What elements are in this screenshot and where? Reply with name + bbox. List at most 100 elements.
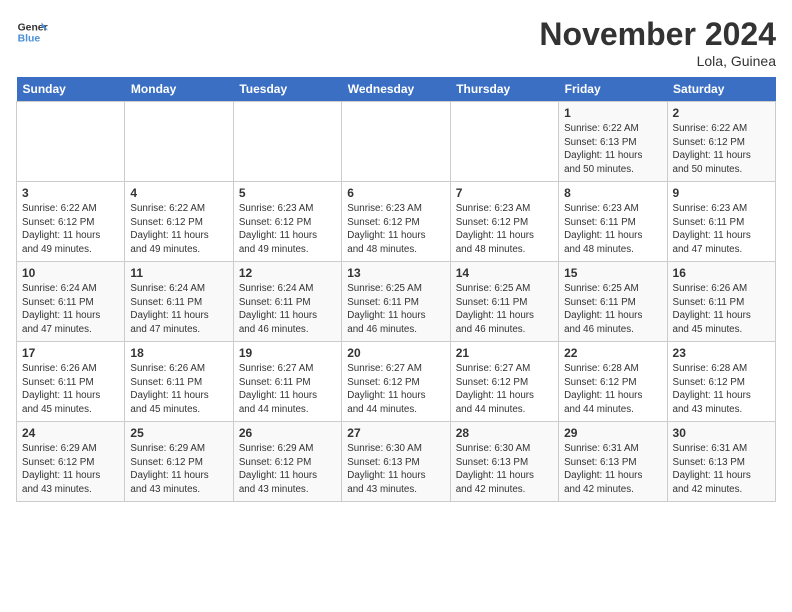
- day-info: Sunrise: 6:23 AM Sunset: 6:12 PM Dayligh…: [239, 202, 336, 257]
- day-number: 18: [130, 346, 227, 360]
- table-row: 12 Sunrise: 6:24 AM Sunset: 6:11 PM Dayli…: [233, 262, 341, 342]
- table-row: [342, 102, 450, 182]
- table-row: 14Sunrise: 6:25 AM Sunset: 6:11 PM Dayli…: [450, 262, 558, 342]
- day-info: Sunrise: 6:27 AM Sunset: 6:12 PM Dayligh…: [347, 362, 444, 417]
- calendar-week-row: 1Sunrise: 6:22 AM Sunset: 6:13 PM Daylig…: [17, 102, 776, 182]
- day-number: 19: [239, 346, 336, 360]
- day-info: Sunrise: 6:30 AM Sunset: 6:13 PM Dayligh…: [347, 442, 444, 497]
- table-row: 18 Sunrise: 6:26 AM Sunset: 6:11 PM Dayli…: [125, 342, 233, 422]
- table-row: 30 Sunrise: 6:31 AM Sunset: 6:13 PM Dayli…: [667, 422, 775, 502]
- day-info: Sunrise: 6:29 AM Sunset: 6:12 PM Dayligh…: [130, 442, 227, 497]
- day-number: 11: [130, 266, 227, 280]
- table-row: 25 Sunrise: 6:29 AM Sunset: 6:12 PM Dayli…: [125, 422, 233, 502]
- header-wednesday: Wednesday: [342, 77, 450, 102]
- day-info: Sunrise: 6:25 AM Sunset: 6:11 PM Dayligh…: [347, 282, 444, 337]
- day-number: 25: [130, 426, 227, 440]
- table-row: 2 Sunrise: 6:22 AM Sunset: 6:12 PM Daylig…: [667, 102, 775, 182]
- table-row: 15Sunrise: 6:25 AM Sunset: 6:11 PM Dayli…: [559, 262, 667, 342]
- day-info: Sunrise: 6:23 AM Sunset: 6:11 PM Dayligh…: [673, 202, 770, 257]
- table-row: 9 Sunrise: 6:23 AM Sunset: 6:11 PM Daylig…: [667, 182, 775, 262]
- table-row: 28Sunrise: 6:30 AM Sunset: 6:13 PM Dayli…: [450, 422, 558, 502]
- day-number: 8: [564, 186, 661, 200]
- header-tuesday: Tuesday: [233, 77, 341, 102]
- day-number: 2: [673, 106, 770, 120]
- title-block: November 2024 Lola, Guinea: [539, 16, 776, 69]
- table-row: 19 Sunrise: 6:27 AM Sunset: 6:11 PM Dayli…: [233, 342, 341, 422]
- day-number: 30: [673, 426, 770, 440]
- day-number: 29: [564, 426, 661, 440]
- header-monday: Monday: [125, 77, 233, 102]
- day-info: Sunrise: 6:31 AM Sunset: 6:13 PM Dayligh…: [673, 442, 770, 497]
- day-info: Sunrise: 6:31 AM Sunset: 6:13 PM Dayligh…: [564, 442, 661, 497]
- calendar-week-row: 3 Sunrise: 6:22 AM Sunset: 6:12 PM Daylig…: [17, 182, 776, 262]
- table-row: 16 Sunrise: 6:26 AM Sunset: 6:11 PM Dayli…: [667, 262, 775, 342]
- table-row: 23Sunrise: 6:28 AM Sunset: 6:12 PM Dayli…: [667, 342, 775, 422]
- day-info: Sunrise: 6:25 AM Sunset: 6:11 PM Dayligh…: [456, 282, 553, 337]
- table-row: [125, 102, 233, 182]
- day-number: 5: [239, 186, 336, 200]
- day-info: Sunrise: 6:26 AM Sunset: 6:11 PM Dayligh…: [22, 362, 119, 417]
- day-number: 16: [673, 266, 770, 280]
- day-number: 28: [456, 426, 553, 440]
- day-number: 3: [22, 186, 119, 200]
- day-info: Sunrise: 6:23 AM Sunset: 6:11 PM Dayligh…: [564, 202, 661, 257]
- day-info: Sunrise: 6:28 AM Sunset: 6:12 PM Dayligh…: [564, 362, 661, 417]
- day-number: 22: [564, 346, 661, 360]
- day-number: 4: [130, 186, 227, 200]
- day-info: Sunrise: 6:29 AM Sunset: 6:12 PM Dayligh…: [22, 442, 119, 497]
- day-info: Sunrise: 6:29 AM Sunset: 6:12 PM Dayligh…: [239, 442, 336, 497]
- day-number: 9: [673, 186, 770, 200]
- table-row: 21 Sunrise: 6:27 AM Sunset: 6:12 PM Dayli…: [450, 342, 558, 422]
- day-info: Sunrise: 6:23 AM Sunset: 6:12 PM Dayligh…: [456, 202, 553, 257]
- table-row: 8 Sunrise: 6:23 AM Sunset: 6:11 PM Daylig…: [559, 182, 667, 262]
- day-info: Sunrise: 6:27 AM Sunset: 6:12 PM Dayligh…: [456, 362, 553, 417]
- day-number: 23: [673, 346, 770, 360]
- table-row: 17Sunrise: 6:26 AM Sunset: 6:11 PM Dayli…: [17, 342, 125, 422]
- day-number: 6: [347, 186, 444, 200]
- day-info: Sunrise: 6:24 AM Sunset: 6:11 PM Dayligh…: [130, 282, 227, 337]
- location: Lola, Guinea: [539, 53, 776, 69]
- day-number: 26: [239, 426, 336, 440]
- day-number: 13: [347, 266, 444, 280]
- page-header: General Blue November 2024 Lola, Guinea: [16, 16, 776, 69]
- table-row: 27 Sunrise: 6:30 AM Sunset: 6:13 PM Dayli…: [342, 422, 450, 502]
- header-thursday: Thursday: [450, 77, 558, 102]
- header-sunday: Sunday: [17, 77, 125, 102]
- table-row: 7 Sunrise: 6:23 AM Sunset: 6:12 PM Daylig…: [450, 182, 558, 262]
- day-info: Sunrise: 6:22 AM Sunset: 6:13 PM Dayligh…: [564, 122, 661, 177]
- calendar-table: Sunday Monday Tuesday Wednesday Thursday…: [16, 77, 776, 502]
- day-info: Sunrise: 6:23 AM Sunset: 6:12 PM Dayligh…: [347, 202, 444, 257]
- table-row: [450, 102, 558, 182]
- day-info: Sunrise: 6:24 AM Sunset: 6:11 PM Dayligh…: [239, 282, 336, 337]
- day-info: Sunrise: 6:22 AM Sunset: 6:12 PM Dayligh…: [673, 122, 770, 177]
- month-title: November 2024: [539, 16, 776, 53]
- svg-text:Blue: Blue: [18, 34, 41, 45]
- table-row: 22 Sunrise: 6:28 AM Sunset: 6:12 PM Dayli…: [559, 342, 667, 422]
- calendar-header-row: Sunday Monday Tuesday Wednesday Thursday…: [17, 77, 776, 102]
- day-number: 21: [456, 346, 553, 360]
- day-number: 12: [239, 266, 336, 280]
- logo-icon: General Blue: [16, 16, 48, 48]
- calendar-week-row: 24Sunrise: 6:29 AM Sunset: 6:12 PM Dayli…: [17, 422, 776, 502]
- day-info: Sunrise: 6:24 AM Sunset: 6:11 PM Dayligh…: [22, 282, 119, 337]
- day-info: Sunrise: 6:26 AM Sunset: 6:11 PM Dayligh…: [673, 282, 770, 337]
- calendar-week-row: 10Sunrise: 6:24 AM Sunset: 6:11 PM Dayli…: [17, 262, 776, 342]
- table-row: 5 Sunrise: 6:23 AM Sunset: 6:12 PM Daylig…: [233, 182, 341, 262]
- table-row: 6 Sunrise: 6:23 AM Sunset: 6:12 PM Daylig…: [342, 182, 450, 262]
- calendar-week-row: 17Sunrise: 6:26 AM Sunset: 6:11 PM Dayli…: [17, 342, 776, 422]
- header-saturday: Saturday: [667, 77, 775, 102]
- table-row: 24Sunrise: 6:29 AM Sunset: 6:12 PM Dayli…: [17, 422, 125, 502]
- day-number: 20: [347, 346, 444, 360]
- day-number: 7: [456, 186, 553, 200]
- table-row: 1Sunrise: 6:22 AM Sunset: 6:13 PM Daylig…: [559, 102, 667, 182]
- table-row: 13 Sunrise: 6:25 AM Sunset: 6:11 PM Dayli…: [342, 262, 450, 342]
- table-row: 3 Sunrise: 6:22 AM Sunset: 6:12 PM Daylig…: [17, 182, 125, 262]
- day-info: Sunrise: 6:27 AM Sunset: 6:11 PM Dayligh…: [239, 362, 336, 417]
- table-row: 20 Sunrise: 6:27 AM Sunset: 6:12 PM Dayli…: [342, 342, 450, 422]
- table-row: [17, 102, 125, 182]
- day-info: Sunrise: 6:22 AM Sunset: 6:12 PM Dayligh…: [22, 202, 119, 257]
- day-info: Sunrise: 6:26 AM Sunset: 6:11 PM Dayligh…: [130, 362, 227, 417]
- day-number: 27: [347, 426, 444, 440]
- day-info: Sunrise: 6:25 AM Sunset: 6:11 PM Dayligh…: [564, 282, 661, 337]
- logo: General Blue: [16, 16, 48, 48]
